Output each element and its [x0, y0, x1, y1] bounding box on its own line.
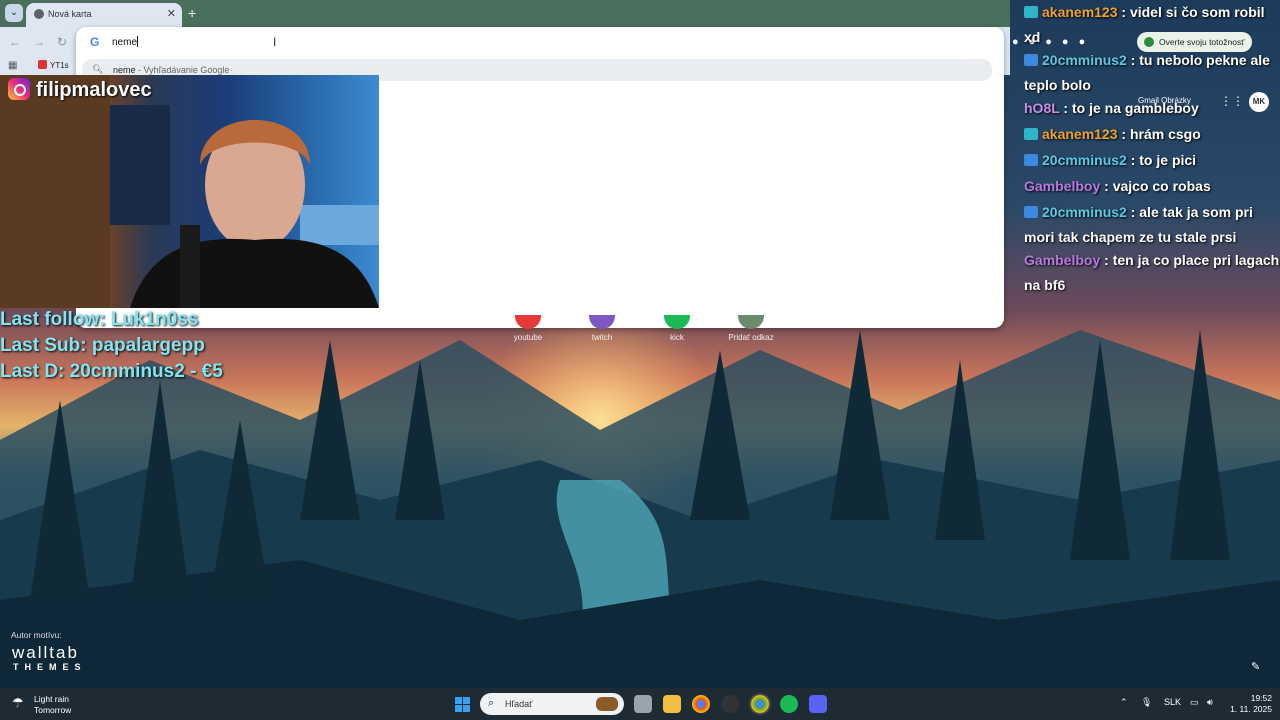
- chat-message: Gambelboy : ten ja co place pri lagach n…: [1024, 252, 1280, 293]
- theme-author-label: Autor motívu:: [11, 630, 62, 640]
- forward-icon[interactable]: →: [33, 35, 45, 49]
- instagram-handle: filipmalovec: [8, 78, 152, 102]
- badge-icon: [1024, 6, 1038, 18]
- last-donation: Last D: 20cmminus2 - €5: [0, 361, 223, 382]
- badge-icon: [1024, 128, 1038, 140]
- chevron-up-icon[interactable]: ⌃: [1120, 697, 1128, 708]
- instagram-icon: [8, 78, 30, 100]
- bookmark-item[interactable]: YT1s: [38, 60, 69, 70]
- network-icon[interactable]: ▭: [1190, 697, 1199, 708]
- search-highlight-image: [596, 697, 618, 711]
- chat-message: akanem123 : videl si čo som robil xd: [1024, 4, 1265, 45]
- plus-icon: [738, 315, 764, 329]
- chat-message: Gambelboy : vajco co robas: [1024, 178, 1211, 194]
- last-sub: Last Sub: papalargepp: [0, 335, 205, 356]
- reload-icon[interactable]: ↻: [57, 35, 67, 49]
- taskbar: ☂ Light rain Tomorrow ⌕ Hľadať ⌃ 🎙︎ SLK …: [0, 688, 1280, 720]
- search-icon: ⌕: [488, 697, 495, 709]
- text-caret: [137, 36, 139, 47]
- tab-new-tab[interactable]: Nová karta ✕: [26, 3, 182, 27]
- chrome-active-icon[interactable]: [751, 695, 769, 713]
- youtube-icon: [38, 60, 47, 69]
- chat-message: 20cmminus2 : to je pici: [1024, 148, 1280, 173]
- walltab-logo[interactable]: walltab: [12, 644, 79, 661]
- chrome-icon: [34, 9, 44, 19]
- walltab-logo-sub: THEMES: [13, 662, 87, 672]
- search-icon: 🔍︎: [92, 64, 104, 74]
- tab-search-menu[interactable]: ⌄: [5, 4, 23, 22]
- microphone-icon[interactable]: 🎙︎: [1141, 697, 1152, 708]
- file-explorer-icon[interactable]: [663, 695, 681, 713]
- address-bar-input[interactable]: neme: [112, 36, 412, 48]
- badge-icon: [1024, 154, 1038, 166]
- chat-message: hO8L : to je na gambleboy: [1024, 100, 1199, 116]
- chevron-down-icon: ⌄: [9, 7, 19, 18]
- shortcut-add[interactable]: Pridať odkaz: [721, 315, 781, 342]
- language-indicator[interactable]: SLK: [1164, 697, 1181, 707]
- twitch-icon: [589, 315, 615, 329]
- spotify-icon[interactable]: [780, 695, 798, 713]
- back-icon[interactable]: ←: [9, 35, 21, 49]
- shortcut-twitch[interactable]: twitch: [572, 315, 632, 342]
- close-icon[interactable]: ✕: [167, 7, 176, 20]
- badge-icon: [1024, 54, 1038, 66]
- volume-icon[interactable]: 🔊︎: [1207, 697, 1213, 708]
- tab-title: Nová karta: [48, 9, 92, 19]
- webcam-feed: [0, 75, 379, 308]
- kick-icon: [664, 315, 690, 329]
- discord-icon[interactable]: [809, 695, 827, 713]
- youtube-icon: [515, 315, 541, 329]
- windows-start-icon[interactable]: [455, 697, 470, 712]
- tab-strip: ⌄ Nová karta ✕ +: [0, 0, 1010, 27]
- shortcut-kick[interactable]: kick: [647, 315, 707, 342]
- task-view-icon[interactable]: [634, 695, 652, 713]
- system-clock[interactable]: 19:52 1. 11. 2025: [1228, 693, 1272, 715]
- chat-message: akanem123 : hrám csgo: [1024, 122, 1280, 147]
- apps-grid-icon[interactable]: ▦: [8, 60, 17, 71]
- badge-icon: [1024, 206, 1038, 218]
- suggestion-source: - Vyhľadávanie Google: [135, 65, 230, 75]
- google-icon: G: [90, 35, 100, 49]
- ibeam-cursor-icon: I: [273, 35, 277, 49]
- shortcut-youtube[interactable]: youtube: [498, 315, 558, 342]
- chrome-icon[interactable]: [692, 695, 710, 713]
- weather-icon[interactable]: ☂: [12, 695, 24, 711]
- suggestion-query: neme: [113, 65, 136, 75]
- new-tab-button[interactable]: +: [188, 5, 196, 21]
- taskbar-search[interactable]: ⌕ Hľadať: [480, 693, 624, 715]
- last-follow: Last follow: Luk1n0ss: [0, 309, 199, 330]
- chat-message: 20cmminus2 : ale tak ja som pri mori tak…: [1024, 204, 1253, 245]
- pencil-icon[interactable]: ✎: [1251, 660, 1260, 673]
- weather-widget[interactable]: Light rain Tomorrow: [34, 694, 71, 716]
- obs-icon[interactable]: [721, 695, 739, 713]
- chat-message: 20cmminus2 : tu nebolo pekne ale teplo b…: [1024, 52, 1270, 93]
